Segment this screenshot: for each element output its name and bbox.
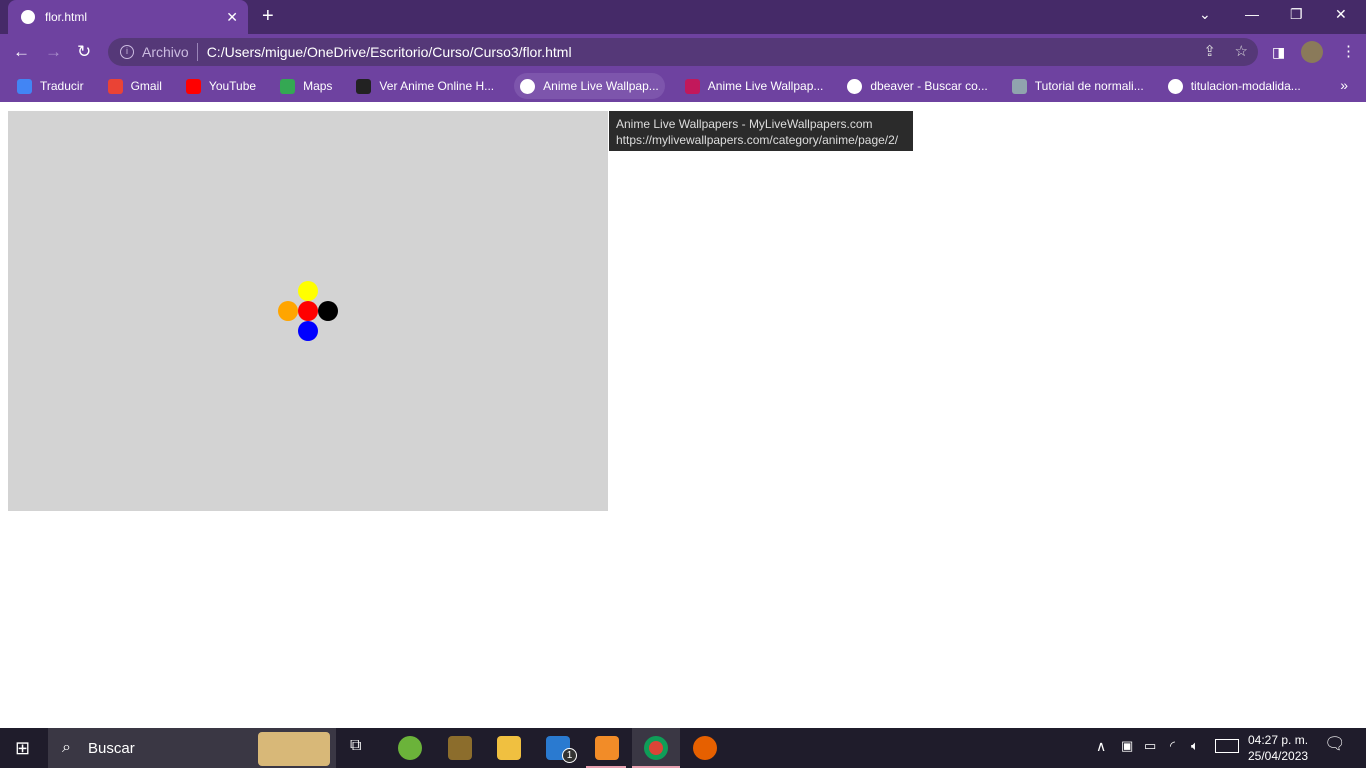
forward-button[interactable]: → — [45, 42, 62, 62]
battery-icon[interactable]: ▭ — [1144, 738, 1156, 754]
file-explorer-icon[interactable] — [497, 736, 521, 760]
search-highlight-image — [258, 732, 330, 766]
tab-title: flor.html — [45, 10, 88, 24]
divider — [196, 43, 198, 61]
notifications-icon[interactable]: 🗨︎ — [1324, 735, 1346, 752]
sublime-text-icon[interactable] — [595, 736, 619, 760]
menu-icon[interactable]: ⋮ — [1341, 42, 1356, 60]
gmail-icon — [107, 78, 123, 94]
windows-start-icon[interactable]: ⊞ — [15, 738, 30, 759]
bookmark-item[interactable]: Gmail — [104, 73, 166, 99]
globe-icon — [21, 10, 35, 24]
bookmark-item[interactable]: titulacion-modalida... — [1164, 73, 1305, 99]
bookmark-label: Anime Live Wallpap... — [543, 79, 659, 93]
tab-search-icon[interactable]: ⌄ — [1199, 6, 1211, 23]
close-window-button[interactable]: ✕ — [1335, 6, 1347, 23]
search-icon: ⌕ — [62, 739, 71, 756]
bookmark-item[interactable]: YouTube — [182, 73, 260, 99]
address-bar[interactable]: i Archivo C:/Users/migue/OneDrive/Escrit… — [108, 38, 1258, 66]
bookmark-item[interactable]: Maps — [276, 73, 336, 99]
toolbar: ← → ↻ i Archivo C:/Users/migue/OneDrive/… — [0, 34, 1366, 70]
share-icon[interactable]: ⇪ — [1203, 42, 1216, 60]
bookmarks-bar: Traducir Gmail YouTube Maps Ver Anime Online… — [0, 70, 1366, 102]
google-translate-icon — [17, 78, 32, 94]
bookmark-label: Maps — [303, 79, 333, 93]
bookmark-item[interactable]: Anime Live Wallpap... — [681, 73, 828, 99]
flower-petal-left — [278, 301, 298, 321]
tooltip-title: Anime Live Wallpapers - MyLiveWallpapers… — [616, 117, 873, 131]
bookmark-label: YouTube — [208, 79, 257, 93]
bookmark-label: Tutorial de normali... — [1034, 79, 1144, 93]
league-icon[interactable] — [448, 736, 472, 760]
date: 25/04/2023 — [1248, 749, 1309, 763]
bookmark-item[interactable]: dbeaver - Buscar co... — [843, 73, 991, 99]
bookmark-label: Traducir — [40, 79, 84, 93]
google-icon — [847, 78, 863, 94]
animeflv-icon — [356, 78, 372, 94]
keyboard-icon[interactable] — [1215, 739, 1239, 753]
chrome-icon[interactable] — [644, 736, 668, 760]
chevron-up-icon[interactable]: ∧ — [1096, 738, 1106, 754]
flower-petal-right — [318, 301, 338, 321]
bookmark-item[interactable]: Ver Anime Online H... — [352, 73, 498, 99]
globe-icon — [520, 78, 536, 94]
flower-petal-bottom — [298, 321, 318, 341]
bookmark-label: Gmail — [130, 79, 162, 93]
flower-petal-top — [298, 281, 318, 301]
time: 04:27 p. m. — [1248, 733, 1309, 747]
globe-icon — [1167, 78, 1183, 94]
taskbar: ⊞ ⌕ Buscar ⧉ 1 ∧ ▣ ▭ ◜ 🔈︎ 04:27 p. m. 25… — [0, 728, 1366, 768]
wallpaper-icon — [684, 78, 700, 94]
more-bookmarks-icon[interactable]: » — [1340, 77, 1348, 93]
canvas — [8, 111, 608, 511]
task-view-icon[interactable]: ⧉ — [350, 738, 361, 754]
star-icon[interactable]: ☆ — [1235, 42, 1248, 60]
firefox-icon[interactable] — [693, 736, 717, 760]
bookmark-label: Anime Live Wallpap... — [707, 79, 824, 93]
url-text[interactable]: C:/Users/migue/OneDrive/Escritorio/Curso… — [207, 44, 572, 60]
qgis-icon[interactable] — [398, 736, 422, 760]
clock[interactable]: 04:27 p. m. 25/04/2023 — [1248, 732, 1308, 764]
wifi-icon[interactable]: ◜ — [1170, 738, 1175, 754]
info-icon[interactable]: i — [120, 45, 134, 59]
site-icon — [1011, 78, 1027, 94]
bookmark-item[interactable]: Tutorial de normali... — [1008, 73, 1148, 99]
bookmark-label: dbeaver - Buscar co... — [870, 79, 988, 93]
scheme-label: Archivo — [142, 44, 189, 60]
volume-icon[interactable]: 🔈︎ — [1191, 738, 1199, 754]
close-tab-icon[interactable]: ✕ — [226, 9, 238, 26]
avatar[interactable] — [1301, 41, 1323, 63]
link-tooltip: Anime Live Wallpapers - MyLiveWallpapers… — [609, 111, 913, 151]
maps-icon — [280, 78, 296, 94]
search-placeholder: Buscar — [88, 739, 135, 757]
bookmark-item[interactable]: Traducir — [13, 73, 88, 99]
side-panel-icon[interactable]: ◨ — [1272, 44, 1285, 61]
flower-center — [298, 301, 318, 321]
back-button[interactable]: ← — [13, 42, 30, 62]
bookmark-label: titulacion-modalida... — [1190, 79, 1301, 93]
tab-flor[interactable]: flor.html ✕ — [8, 0, 248, 34]
bookmark-item[interactable]: Anime Live Wallpap... — [514, 73, 665, 99]
mail-badge: 1 — [562, 748, 577, 763]
new-tab-button[interactable]: + — [262, 5, 274, 28]
youtube-icon — [185, 78, 201, 94]
minimize-button[interactable]: — — [1245, 6, 1259, 22]
title-bar: flor.html ✕ + ⌄ — ❐ ✕ — [0, 0, 1366, 34]
bookmark-label: Ver Anime Online H... — [379, 79, 495, 93]
tooltip-url: https://mylivewallpapers.com/category/an… — [616, 133, 899, 147]
taskbar-search[interactable]: ⌕ Buscar — [48, 728, 336, 768]
camera-icon[interactable]: ▣ — [1121, 738, 1133, 754]
restore-button[interactable]: ❐ — [1290, 6, 1303, 23]
reload-button[interactable]: ↻ — [77, 42, 91, 62]
